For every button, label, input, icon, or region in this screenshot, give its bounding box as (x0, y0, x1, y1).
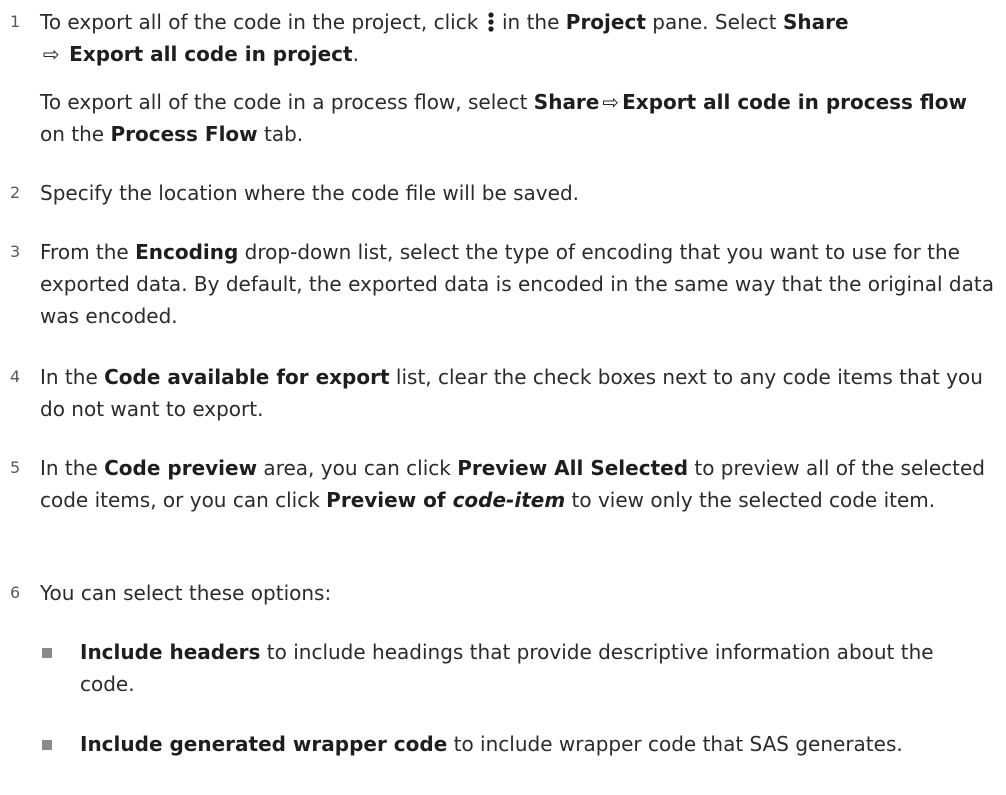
ui-label: Preview of code-item (326, 488, 566, 512)
step-3-paragraph: From the Encoding drop-down list, select… (40, 240, 994, 328)
ui-label: Export all code in process flow (622, 90, 967, 114)
ui-label: Encoding (135, 240, 239, 264)
step-number: 2 (10, 183, 21, 202)
square-bullet-icon (42, 648, 52, 658)
square-bullet-icon (42, 740, 52, 750)
step-4: 4 In the Code available for export list,… (0, 361, 994, 425)
placeholder-term: code-item (452, 488, 566, 512)
option-text: Include headers to include headings that… (80, 640, 934, 696)
step-3: 3 From the Encoding drop-down list, sele… (0, 236, 994, 332)
ui-label: Share (782, 10, 849, 34)
step-number: 1 (10, 12, 21, 31)
vertical-ellipsis-icon (488, 12, 494, 32)
option-item: Include headers to include headings that… (0, 636, 994, 700)
ui-label: Include headers (80, 640, 261, 664)
ui-label: Preview All Selected (457, 456, 689, 480)
step-6: 6 You can select these options: (0, 577, 994, 609)
option-text: Include generated wrapper code to includ… (80, 732, 903, 756)
step-1: 1 To export all of the code in the proje… (0, 6, 994, 70)
step-1-paragraph-1: To export all of the code in the project… (40, 10, 849, 66)
step-2-paragraph: Specify the location where the code file… (40, 181, 580, 205)
menu-arrow: ⇨ (43, 42, 60, 66)
ui-label: Include generated wrapper code (80, 732, 448, 756)
menu-arrow: ⇨ (602, 90, 620, 114)
ui-label: Code preview (104, 456, 258, 480)
step-number: 3 (10, 242, 21, 261)
ui-label: Process Flow (110, 122, 258, 146)
step-1-paragraph-2: To export all of the code in a process f… (40, 90, 967, 146)
step-5: 5 In the Code preview area, you can clic… (0, 452, 994, 516)
step-2: 2 Specify the location where the code fi… (0, 177, 994, 209)
step-4-paragraph: In the Code available for export list, c… (40, 365, 983, 421)
option-item: Include generated wrapper code to includ… (0, 728, 994, 760)
step-6-paragraph: You can select these options: (40, 581, 332, 605)
ui-label: Share (533, 90, 600, 114)
step-5-paragraph: In the Code preview area, you can click … (40, 456, 985, 512)
step-number: 6 (10, 583, 21, 602)
step-number: 4 (10, 367, 21, 386)
ui-label: Code available for export (104, 365, 390, 389)
step-1-continued: To export all of the code in a process f… (0, 86, 994, 150)
step-number: 5 (10, 458, 21, 477)
ui-label: Project (565, 10, 646, 34)
ui-label: Export all code in project (69, 42, 353, 66)
